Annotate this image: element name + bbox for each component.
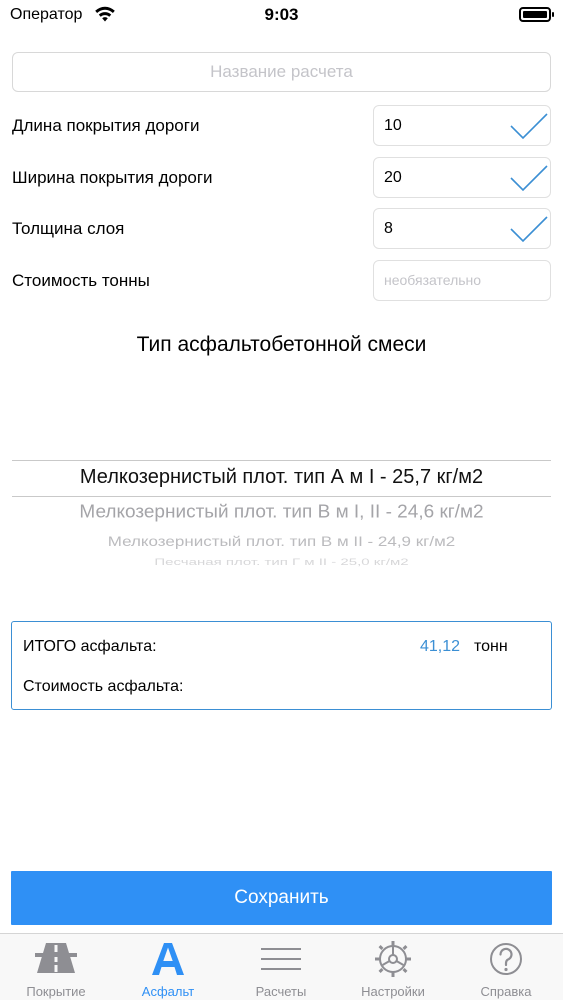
total-asphalt-unit: тонн — [474, 638, 508, 655]
battery-icon — [519, 7, 554, 22]
tab-label: Асфальт — [141, 984, 195, 999]
tab-asfalt[interactable]: Асфальт — [112, 934, 224, 1000]
param-row-width: Ширина покрытия дороги — [0, 157, 563, 198]
save-button[interactable]: Сохранить — [11, 871, 552, 925]
picker-option-selected[interactable]: Мелкозернистый плот. тип А м I - 25,7 кг… — [12, 466, 551, 489]
picker-option[interactable]: Мелкозернистый плот. тип В м II - 24,9 к… — [12, 534, 551, 550]
tab-raschety[interactable]: Расчеты — [225, 934, 337, 1000]
picker-option[interactable]: Мелкозернистый плот. тип В м I, II - 24,… — [12, 503, 551, 524]
length-label: Длина покрытия дороги — [12, 116, 200, 135]
check-icon — [510, 113, 548, 140]
picker-option[interactable]: Песчаная плот. тип Г м II - 25,0 кг/м2 — [12, 557, 551, 567]
mix-section-title: Тип асфальтобетонной смеси — [136, 333, 427, 356]
tab-label: Справка — [480, 984, 532, 999]
width-input[interactable] — [384, 158, 504, 197]
picker-selection-bottom-line — [12, 496, 551, 497]
thickness-field[interactable] — [373, 208, 551, 249]
price-input[interactable] — [384, 261, 504, 300]
tab-spravka[interactable]: Справка — [450, 934, 562, 1000]
total-asphalt-label: ИТОГО асфальта: — [23, 638, 157, 655]
length-input[interactable] — [384, 106, 504, 145]
result-box: ИТОГО асфальта: 41,12 тонн Стоимость асф… — [11, 621, 552, 710]
tab-bar: Покрытие Асфальт Расчеты Настройки Справ… — [0, 933, 563, 1000]
check-icon — [510, 216, 548, 243]
mix-type-picker[interactable]: Мелкозернистый плот. тип А м I - 25,7 кг… — [12, 440, 551, 570]
list-lines-icon — [261, 948, 301, 970]
picker-selection-top-line — [12, 460, 551, 461]
gear-icon — [375, 941, 411, 977]
thickness-label: Толщина слоя — [12, 219, 125, 238]
clock: 9:03 — [264, 5, 299, 24]
letter-a-icon — [152, 943, 184, 975]
tab-label: Настройки — [361, 984, 425, 999]
total-asphalt-value: 41,12 — [420, 638, 461, 655]
tab-label: Покрытие — [26, 984, 86, 999]
thickness-input[interactable] — [384, 209, 504, 248]
road-icon — [35, 943, 77, 973]
tab-label: Расчеты — [255, 984, 307, 999]
check-icon — [510, 165, 548, 192]
help-icon — [490, 943, 522, 975]
price-field[interactable] — [373, 260, 551, 301]
width-label: Ширина покрытия дороги — [12, 168, 213, 187]
price-label: Стоимость тонны — [12, 271, 150, 290]
tab-pokrytie[interactable]: Покрытие — [0, 934, 112, 1000]
param-row-price: Стоимость тонны — [0, 260, 563, 301]
length-field[interactable] — [373, 105, 551, 146]
param-row-thickness: Толщина слоя — [0, 208, 563, 249]
param-row-length: Длина покрытия дороги — [0, 105, 563, 146]
calculation-name-input[interactable] — [12, 52, 551, 92]
width-field[interactable] — [373, 157, 551, 198]
tab-nastroyki[interactable]: Настройки — [337, 934, 449, 1000]
status-bar: Оператор 9:03 — [0, 0, 563, 34]
asphalt-cost-label: Стоимость асфальта: — [23, 678, 184, 695]
